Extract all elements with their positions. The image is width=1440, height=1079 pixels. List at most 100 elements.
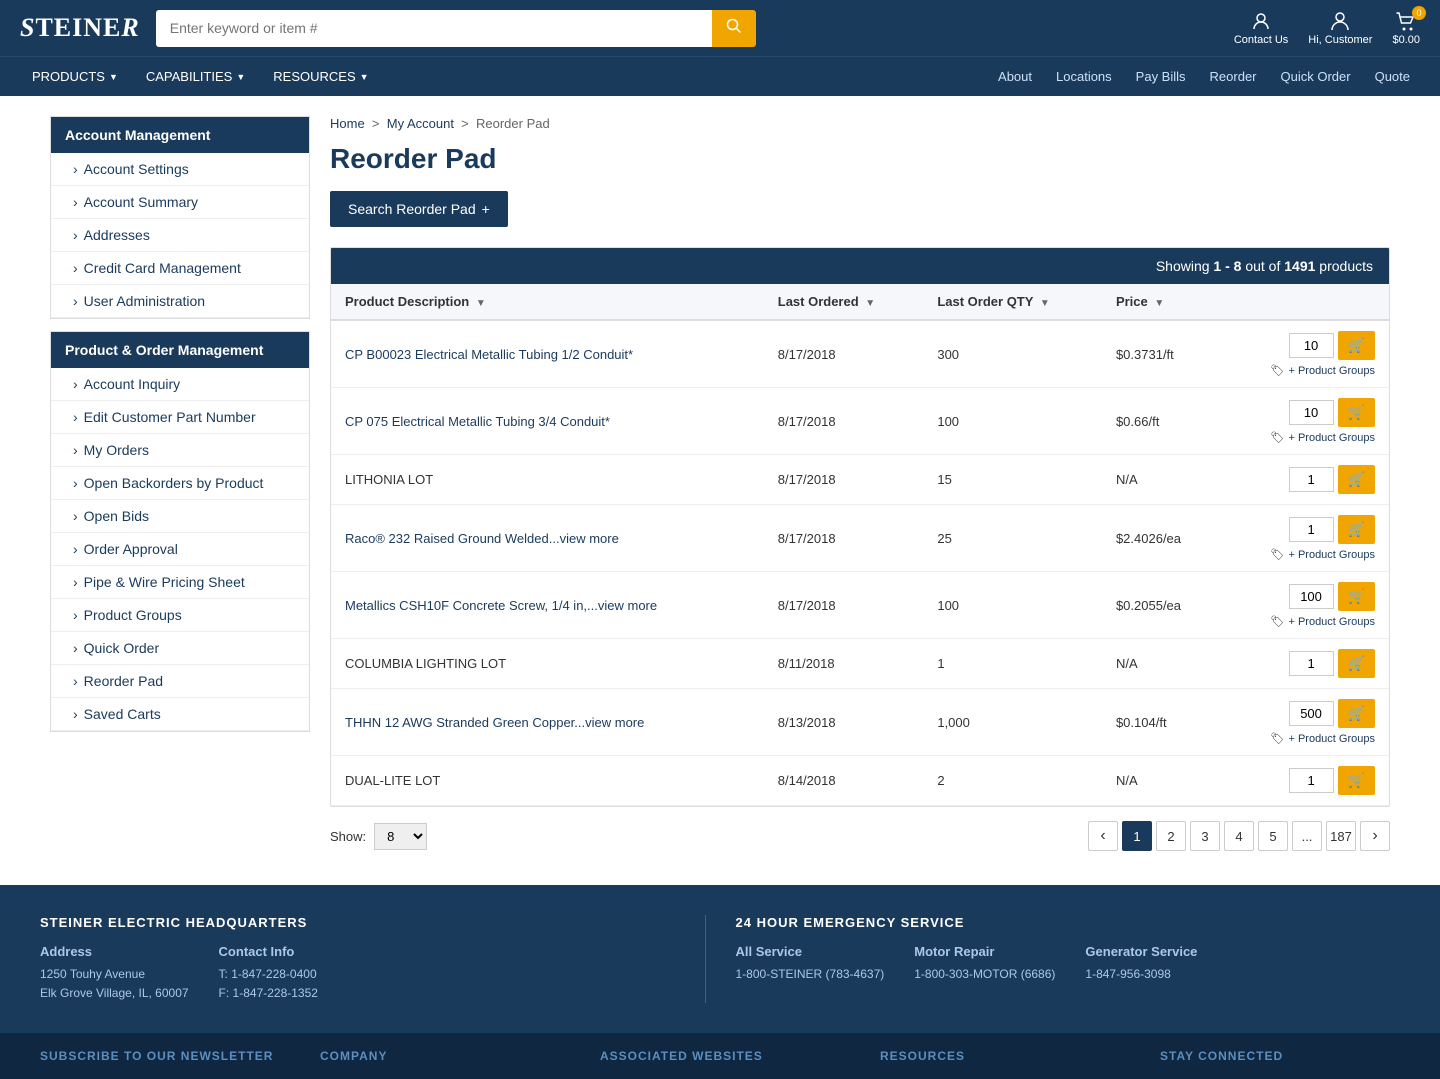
sidebar-item-saved-carts[interactable]: Saved Carts xyxy=(51,698,309,731)
page-4-button[interactable]: 4 xyxy=(1224,821,1254,851)
sidebar-item-addresses[interactable]: Addresses xyxy=(51,219,309,252)
table-row: Raco® 232 Raised Ground Welded...view mo… xyxy=(331,505,1389,572)
search-button[interactable] xyxy=(712,10,756,47)
qty-input[interactable] xyxy=(1289,517,1334,542)
sidebar-item-user-admin[interactable]: User Administration xyxy=(51,285,309,318)
qty-cart-row: 🛒 xyxy=(1289,515,1375,544)
sidebar-section-product: Product & Order Management Account Inqui… xyxy=(50,331,310,732)
sidebar-item-reorder-pad[interactable]: Reorder Pad xyxy=(51,665,309,698)
product-groups-link[interactable]: + Product Groups xyxy=(1288,616,1375,628)
resources-chevron: ▼ xyxy=(360,72,369,82)
qty-input[interactable] xyxy=(1289,651,1334,676)
logo[interactable]: STEINER xyxy=(20,13,140,43)
product-groups-link[interactable]: + Product Groups xyxy=(1288,432,1375,444)
sidebar-item-product-groups[interactable]: Product Groups xyxy=(51,599,309,632)
nav-capabilities[interactable]: CAPABILITIES ▼ xyxy=(134,59,257,94)
page-5-button[interactable]: 5 xyxy=(1258,821,1288,851)
product-groups-link[interactable]: + Product Groups xyxy=(1288,733,1375,745)
product-link[interactable]: Raco® 232 Raised Ground Welded...view mo… xyxy=(345,531,619,546)
contact-us-icon-group[interactable]: Contact Us xyxy=(1234,10,1288,46)
content-area: Account Management Account Settings Acco… xyxy=(30,96,1410,885)
table-row: LITHONIA LOT8/17/201815N/A🛒 xyxy=(331,455,1389,505)
nav-about[interactable]: About xyxy=(988,59,1042,94)
next-page-button[interactable]: › xyxy=(1360,821,1390,851)
sidebar-item-open-backorders[interactable]: Open Backorders by Product xyxy=(51,467,309,500)
breadcrumb: Home > My Account > Reorder Pad xyxy=(330,116,1390,131)
prev-page-button[interactable]: ‹ xyxy=(1088,821,1118,851)
cell-last-ordered: 8/17/2018 xyxy=(764,320,924,388)
customer-icon-group[interactable]: Hi, Customer xyxy=(1308,10,1372,46)
qty-input[interactable] xyxy=(1289,768,1334,793)
product-groups-link[interactable]: + Product Groups xyxy=(1288,549,1375,561)
sidebar-item-credit-card[interactable]: Credit Card Management xyxy=(51,252,309,285)
nav-reorder[interactable]: Reorder xyxy=(1200,59,1267,94)
product-groups-link[interactable]: + Product Groups xyxy=(1288,365,1375,377)
product-groups-row: 🏷+ Product Groups xyxy=(1271,431,1376,444)
col-actions xyxy=(1220,284,1389,320)
add-to-cart-button[interactable]: 🛒 xyxy=(1338,465,1375,494)
qty-input[interactable] xyxy=(1289,701,1334,726)
add-to-cart-button[interactable]: 🛒 xyxy=(1338,649,1375,678)
cell-last-ordered: 8/17/2018 xyxy=(764,572,924,639)
add-to-cart-button[interactable]: 🛒 xyxy=(1338,766,1375,795)
nav-pay-bills[interactable]: Pay Bills xyxy=(1126,59,1196,94)
col-last-ordered[interactable]: Last Ordered ▼ xyxy=(764,284,924,320)
qty-input[interactable] xyxy=(1289,584,1334,609)
nav-products[interactable]: PRODUCTS ▼ xyxy=(20,59,130,94)
sidebar-item-pipe-wire[interactable]: Pipe & Wire Pricing Sheet xyxy=(51,566,309,599)
qty-input[interactable] xyxy=(1289,400,1334,425)
breadcrumb-my-account[interactable]: My Account xyxy=(387,116,454,131)
breadcrumb-home[interactable]: Home xyxy=(330,116,365,131)
footer-fax: F: 1-847-228-1352 xyxy=(219,984,318,1003)
qty-cart-group: 🛒🏷+ Product Groups xyxy=(1234,699,1375,745)
add-to-cart-button[interactable]: 🛒 xyxy=(1338,582,1375,611)
sidebar-item-account-inquiry[interactable]: Account Inquiry xyxy=(51,368,309,401)
page-2-button[interactable]: 2 xyxy=(1156,821,1186,851)
sidebar-item-account-summary[interactable]: Account Summary xyxy=(51,186,309,219)
add-to-cart-button[interactable]: 🛒 xyxy=(1338,331,1375,360)
cell-last-ordered: 8/13/2018 xyxy=(764,689,924,756)
col-last-order-qty[interactable]: Last Order QTY ▼ xyxy=(923,284,1102,320)
nav-quote[interactable]: Quote xyxy=(1365,59,1420,94)
page-1-button[interactable]: 1 xyxy=(1122,821,1152,851)
product-groups-icon: 🏷 xyxy=(1271,431,1285,444)
sidebar-item-open-bids[interactable]: Open Bids xyxy=(51,500,309,533)
footer-company-title: COMPANY xyxy=(320,1049,560,1063)
sidebar-item-edit-customer-part[interactable]: Edit Customer Part Number xyxy=(51,401,309,434)
qty-input[interactable] xyxy=(1289,467,1334,492)
footer-bottom-connected: STAY CONNECTED xyxy=(1160,1049,1400,1063)
product-link[interactable]: Metallics CSH10F Concrete Screw, 1/4 in,… xyxy=(345,598,657,613)
sidebar: Account Management Account Settings Acco… xyxy=(50,116,310,865)
sidebar-item-account-settings[interactable]: Account Settings xyxy=(51,153,309,186)
search-input[interactable] xyxy=(156,10,712,47)
cart-icon-group[interactable]: 0 $0.00 xyxy=(1392,10,1420,46)
search-reorder-pad-label: Search Reorder Pad xyxy=(348,201,476,217)
table-row: COLUMBIA LIGHTING LOT8/11/20181N/A🛒 xyxy=(331,639,1389,689)
col-product-description[interactable]: Product Description ▼ xyxy=(331,284,764,320)
nav-locations[interactable]: Locations xyxy=(1046,59,1122,94)
sidebar-item-my-orders[interactable]: My Orders xyxy=(51,434,309,467)
show-select[interactable]: 8 16 32 xyxy=(374,823,427,850)
sidebar-item-order-approval[interactable]: Order Approval xyxy=(51,533,309,566)
page-title: Reorder Pad xyxy=(330,143,1390,175)
search-reorder-pad-button[interactable]: Search Reorder Pad + xyxy=(330,191,508,227)
product-link[interactable]: CP B00023 Electrical Metallic Tubing 1/2… xyxy=(345,347,633,362)
product-link[interactable]: THHN 12 AWG Stranded Green Copper...view… xyxy=(345,715,644,730)
page-3-button[interactable]: 3 xyxy=(1190,821,1220,851)
qty-cart-group: 🛒 🏷+ Product Groups xyxy=(1234,398,1375,444)
add-to-cart-button[interactable]: 🛒 xyxy=(1338,699,1375,728)
nav-quick-order[interactable]: Quick Order xyxy=(1271,59,1361,94)
col-price[interactable]: Price ▼ xyxy=(1102,284,1220,320)
add-to-cart-button[interactable]: 🛒 xyxy=(1338,515,1375,544)
sidebar-title-account: Account Management xyxy=(51,117,309,153)
footer-address-label: Address xyxy=(40,944,189,959)
cell-last-order-qty: 15 xyxy=(923,455,1102,505)
product-link[interactable]: CP 075 Electrical Metallic Tubing 3/4 Co… xyxy=(345,414,610,429)
footer-main: STEINER ELECTRIC HEADQUARTERS Address 12… xyxy=(0,885,1440,1033)
qty-input[interactable] xyxy=(1289,333,1334,358)
page-187-button[interactable]: 187 xyxy=(1326,821,1356,851)
sidebar-item-quick-order[interactable]: Quick Order xyxy=(51,632,309,665)
nav-resources[interactable]: RESOURCES ▼ xyxy=(261,59,380,94)
add-to-cart-button[interactable]: 🛒 xyxy=(1338,398,1375,427)
product-groups-row: 🏷+ Product Groups xyxy=(1271,364,1376,377)
